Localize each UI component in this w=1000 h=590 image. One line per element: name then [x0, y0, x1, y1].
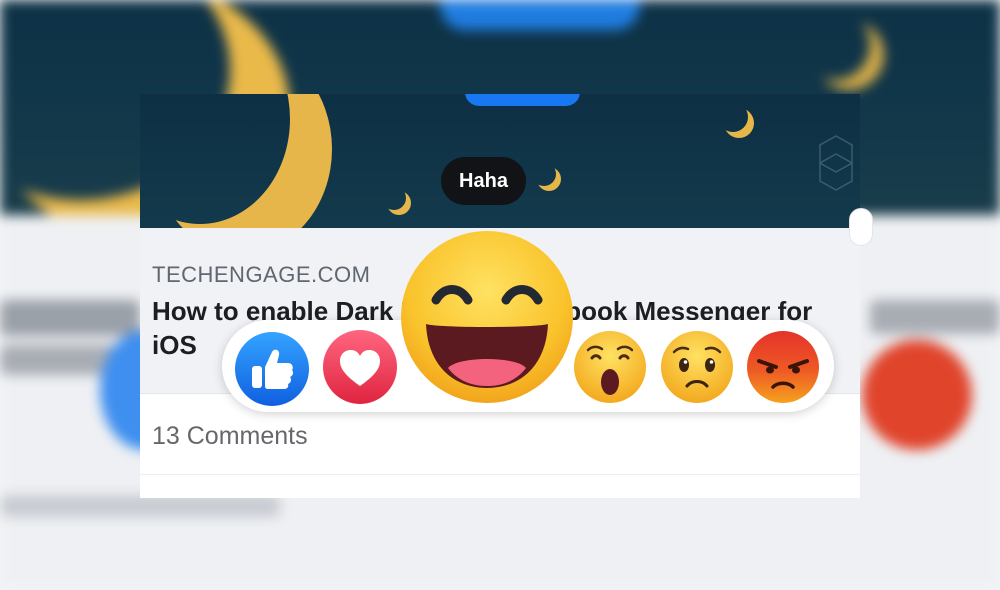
heart-icon: [323, 330, 397, 404]
sad-face-icon: [661, 331, 733, 403]
crescent-graphic: [718, 102, 748, 132]
hexagon-pattern-graphic: [819, 135, 853, 191]
scroll-handle: [849, 208, 873, 246]
crescent-graphic: [382, 186, 406, 210]
reaction-wow[interactable]: [573, 330, 647, 404]
reaction-tooltip: Haha: [441, 157, 526, 205]
background-text-block: [870, 300, 1000, 334]
crescent-graphic: [532, 162, 556, 186]
reaction-angry[interactable]: [746, 330, 820, 404]
background-crescent: [800, 10, 870, 80]
angry-face-icon: [747, 331, 819, 403]
divider: [140, 474, 860, 475]
reaction-like[interactable]: [234, 331, 310, 407]
moon-graphic: [140, 94, 290, 224]
reaction-sad[interactable]: [660, 330, 734, 404]
surprised-face-icon: [574, 331, 646, 403]
chat-bubble-graphic: [465, 94, 580, 106]
background-angry-blur: [862, 340, 972, 450]
laughing-face-icon: [401, 231, 573, 403]
reaction-love[interactable]: [322, 329, 398, 405]
link-domain: TECHENGAGE.COM: [152, 262, 371, 287]
background-text-block: [0, 300, 140, 336]
thumbs-up-icon: [235, 332, 309, 406]
reaction-haha[interactable]: [398, 228, 576, 406]
background-chat-bubble: [440, 0, 640, 30]
comments-count[interactable]: 13 Comments: [152, 422, 308, 451]
background-text-block: [0, 495, 280, 517]
